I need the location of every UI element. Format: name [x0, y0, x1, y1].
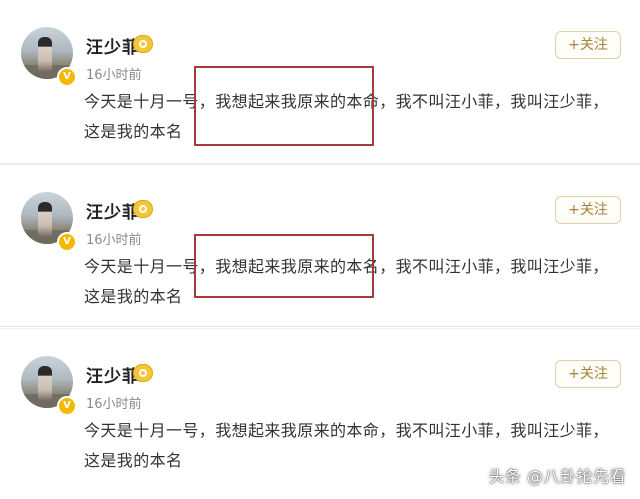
- weibo-post: V 汪少菲 16小时前 +关注 今天是十月一号，我想起来我原来的本命，我不叫汪小…: [0, 0, 640, 164]
- username[interactable]: 汪少菲: [86, 198, 140, 223]
- member-crown-icon: [133, 364, 153, 382]
- follow-button[interactable]: +关注: [555, 31, 621, 59]
- member-crown-icon: [133, 200, 153, 218]
- highlight-box: [194, 66, 374, 146]
- follow-button[interactable]: +关注: [555, 196, 621, 224]
- follow-button[interactable]: +关注: [555, 360, 621, 388]
- avatar-figure: [38, 37, 52, 71]
- highlight-box: [194, 234, 374, 298]
- member-crown-icon: [133, 35, 153, 53]
- post-time: 16小时前: [86, 233, 142, 248]
- weibo-post: V 汪少菲 16小时前 +关注 今天是十月一号，我想起来我原来的本名，我不叫汪小…: [0, 164, 640, 327]
- verified-badge-icon: V: [57, 232, 77, 252]
- avatar-figure: [38, 366, 52, 400]
- verified-badge-icon: V: [57, 67, 77, 87]
- verified-badge-icon: V: [57, 396, 77, 416]
- post-time: 16小时前: [86, 397, 142, 412]
- post-time: 16小时前: [86, 68, 142, 83]
- watermark: 头条 @八卦抢先看: [488, 467, 626, 486]
- username[interactable]: 汪少菲: [86, 33, 140, 58]
- avatar-figure: [38, 202, 52, 236]
- username[interactable]: 汪少菲: [86, 362, 140, 387]
